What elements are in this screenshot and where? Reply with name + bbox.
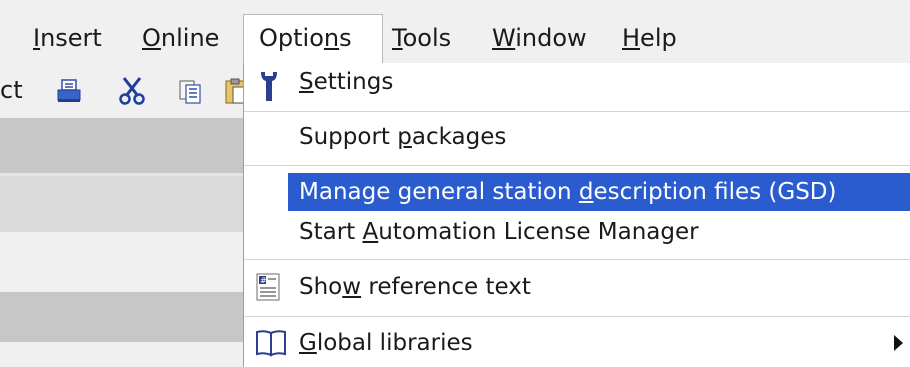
copy-icon[interactable] — [178, 77, 204, 109]
submenu-arrow-icon — [894, 335, 903, 351]
menu-help[interactable]: Help — [622, 24, 677, 52]
menu-item-settings[interactable]: Settings — [299, 67, 393, 97]
menu-bar: Insert Online Options Tools Window Help — [0, 0, 910, 64]
menu-separator — [244, 111, 910, 112]
menu-separator — [244, 259, 910, 260]
menu-tools[interactable]: Tools — [392, 24, 451, 52]
paste-icon[interactable] — [224, 77, 245, 109]
menu-item-automation-license-manager[interactable]: Start Automation License Manager — [299, 217, 699, 247]
menu-item-global-libraries[interactable]: Global libraries — [299, 328, 473, 358]
printer-icon[interactable] — [56, 78, 82, 108]
menu-item-show-reference-text[interactable]: Show reference text — [299, 272, 531, 302]
menu-item-support-packages[interactable]: Support packages — [299, 122, 506, 152]
menu-insert-label: Insert — [33, 24, 102, 52]
menu-options[interactable]: Options — [259, 24, 352, 52]
options-dropdown: Settings Support packages Manage general… — [243, 63, 910, 367]
menu-online[interactable]: Online — [142, 24, 219, 52]
background-stripe — [0, 176, 245, 232]
reference-text-icon: # — [256, 273, 280, 305]
background-stripe — [0, 342, 245, 367]
menu-item-support-packages-label: Support packages — [299, 124, 507, 150]
menu-item-global-libraries-label: Global libraries — [299, 330, 473, 356]
menu-item-settings-label: Settings — [299, 69, 394, 95]
menu-item-automation-license-manager-label: Start Automation License Manager — [299, 219, 699, 245]
toolbar-partial-label: ct — [0, 76, 23, 104]
scissors-icon[interactable] — [118, 76, 146, 110]
menu-insert[interactable]: Insert — [33, 24, 102, 52]
menu-options-label: Options — [259, 24, 352, 52]
svg-text:#: # — [260, 276, 267, 285]
menu-separator — [244, 165, 910, 166]
background-stripe — [0, 118, 245, 173]
menu-tools-label: Tools — [392, 24, 452, 52]
menu-item-show-reference-text-label: Show reference text — [299, 274, 531, 300]
menu-item-manage-gsd[interactable]: Manage general station description files… — [299, 177, 836, 207]
menu-online-label: Online — [142, 24, 220, 52]
menu-window-label: Window — [492, 24, 587, 52]
menu-help-label: Help — [622, 24, 677, 52]
menu-window[interactable]: Window — [492, 24, 587, 52]
background-stripe — [0, 232, 245, 292]
menu-separator — [244, 316, 910, 317]
toolbar: ct — [0, 64, 245, 118]
menu-item-manage-gsd-label: Manage general station description files… — [299, 179, 837, 205]
wrench-icon — [258, 69, 280, 107]
background-stripe — [0, 292, 245, 342]
book-icon — [255, 328, 287, 362]
